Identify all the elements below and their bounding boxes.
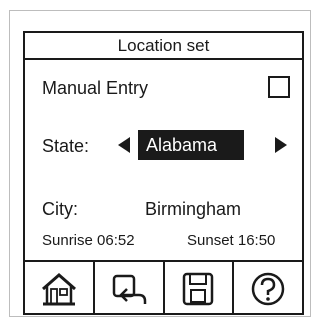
home-button[interactable]	[25, 262, 95, 315]
save-icon	[180, 271, 216, 307]
sunrise-time: Sunrise 06:52	[42, 232, 135, 249]
sunset-time: Sunset 16:50	[187, 232, 276, 249]
city-label: City:	[42, 199, 78, 219]
screen-title: Location set	[25, 33, 302, 60]
state-value[interactable]: Alabama	[138, 130, 244, 160]
manual-entry-checkbox[interactable]	[268, 76, 290, 98]
back-button[interactable]	[95, 262, 165, 315]
location-set-screen: Location set Manual Entry State: Alabama…	[23, 31, 304, 315]
home-icon	[39, 271, 79, 307]
state-prev-arrow-icon[interactable]	[118, 137, 130, 153]
state-next-arrow-icon[interactable]	[275, 137, 287, 153]
manual-entry-label: Manual Entry	[42, 78, 149, 98]
save-button[interactable]	[165, 262, 235, 315]
help-icon	[250, 271, 286, 307]
back-icon	[109, 271, 149, 307]
city-value: Birmingham	[145, 199, 242, 219]
bottom-toolbar	[25, 260, 302, 315]
help-button[interactable]	[234, 262, 302, 315]
state-label: State:	[42, 136, 90, 156]
